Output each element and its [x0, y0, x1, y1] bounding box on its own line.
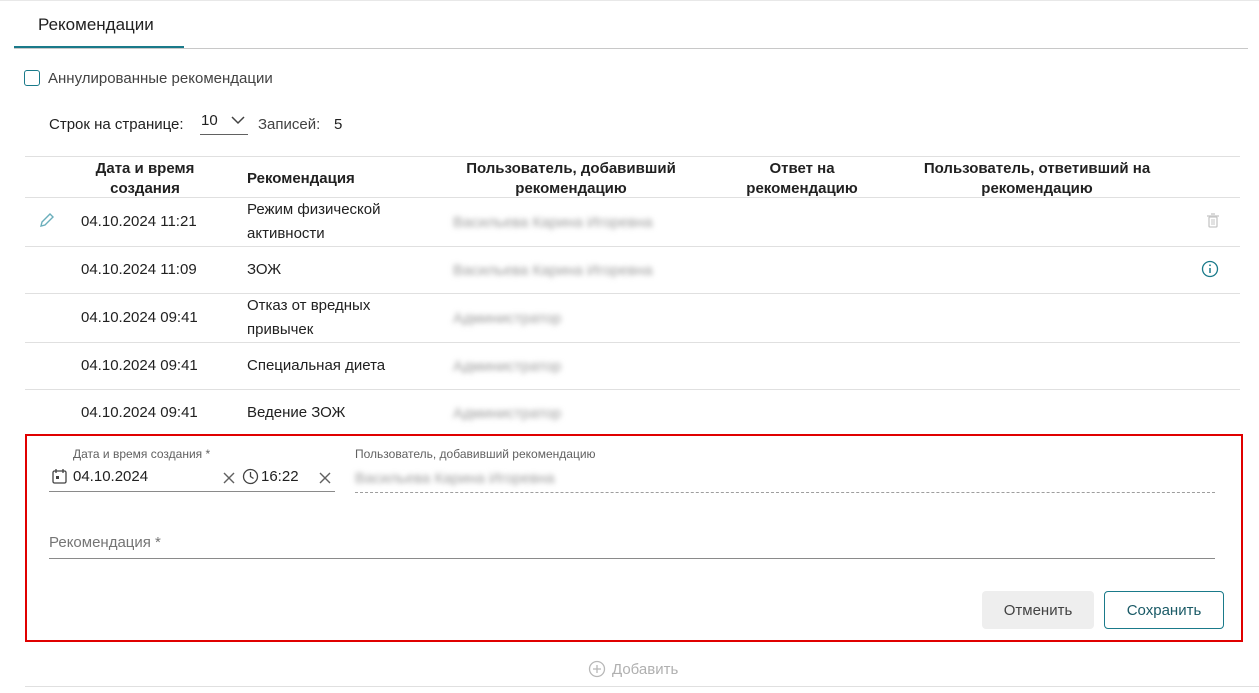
calendar-icon[interactable]: [51, 468, 68, 485]
table-row[interactable]: 04.10.2024 11:09 ЗОЖ Васильева Карина Иг…: [25, 247, 1240, 293]
table-row[interactable]: 04.10.2024 09:41 Специальная диета Админ…: [25, 343, 1240, 389]
rows-per-page-value: 10: [201, 112, 218, 129]
row-datetime: 04.10.2024 09:41: [81, 357, 198, 374]
row-recommendation: Ведение ЗОЖ: [247, 404, 346, 421]
recommendation-input[interactable]: Рекомендация *: [49, 534, 161, 551]
row-recommendation-line2: активности: [247, 225, 325, 242]
header-date[interactable]: Дата и время создания: [65, 159, 225, 199]
rows-per-page-select[interactable]: 10: [200, 110, 248, 135]
row-datetime: 04.10.2024 11:09: [81, 261, 197, 278]
table-row[interactable]: 04.10.2024 09:41 Ведение ЗОЖ Администрат…: [25, 390, 1240, 434]
header-answered-by[interactable]: Пользователь, ответивший на рекомендацию: [907, 159, 1167, 199]
header-answer-line1: Ответ на: [769, 160, 835, 177]
table-row[interactable]: 04.10.2024 09:41 Отказ от вредных привыч…: [25, 294, 1240, 342]
tab-recommendations[interactable]: Рекомендации: [38, 15, 154, 35]
row-datetime: 04.10.2024 11:21: [81, 213, 197, 230]
add-button-label: Добавить: [612, 660, 679, 678]
header-answered-by-line2: рекомендацию: [981, 180, 1093, 197]
user-field-label: Пользователь, добавивший рекомендацию: [355, 447, 596, 461]
row-recommendation: Специальная диета: [247, 357, 386, 374]
row-recommendation: ЗОЖ: [247, 261, 282, 278]
annulled-checkbox-label[interactable]: Аннулированные рекомендации: [48, 70, 273, 87]
tabs-divider: [14, 48, 1248, 49]
recommendation-input-underline: [49, 558, 1215, 559]
row-added-by: Администратор: [453, 405, 562, 422]
datetime-field-underline: [49, 491, 335, 492]
edit-pencil-icon[interactable]: [38, 211, 56, 229]
header-recommendation[interactable]: Рекомендация: [247, 169, 355, 189]
row-recommendation-line1: Отказ от вредных: [247, 297, 371, 314]
user-field-underline: [355, 492, 1215, 493]
row-added-by: Администратор: [453, 358, 562, 375]
date-field-label: Дата и время создания *: [73, 447, 211, 461]
header-date-line1: Дата и время: [95, 160, 195, 177]
records-label: Записей:: [258, 116, 321, 133]
row-datetime: 04.10.2024 09:41: [81, 309, 198, 326]
trash-icon[interactable]: [1204, 212, 1222, 230]
date-input[interactable]: 04.10.2024: [73, 468, 148, 485]
row-recommendation-line1: Режим физической: [247, 201, 381, 218]
annulled-checkbox[interactable]: [24, 70, 40, 86]
user-field-value: Васильева Карина Игоревна: [355, 470, 555, 487]
chevron-down-icon: [231, 116, 245, 125]
row-recommendation-line2: привычек: [247, 321, 314, 338]
header-date-line2: создания: [110, 180, 180, 197]
row-added-by: Васильева Карина Игоревна: [453, 262, 653, 279]
clock-icon[interactable]: [242, 468, 259, 485]
header-added-by[interactable]: Пользователь, добавивший рекомендацию: [450, 159, 692, 199]
row-recommendation: Отказ от вредных привычек: [247, 294, 370, 342]
records-count: 5: [334, 116, 343, 133]
table-row[interactable]: 04.10.2024 11:21 Режим физической активн…: [25, 198, 1240, 246]
time-input[interactable]: 16:22: [261, 468, 299, 485]
add-button[interactable]: Добавить: [588, 658, 678, 680]
bottom-divider: [25, 686, 1259, 687]
clear-date-icon[interactable]: [222, 471, 236, 485]
save-button[interactable]: Сохранить: [1104, 591, 1224, 629]
header-answered-by-line1: Пользователь, ответивший на: [923, 160, 1151, 177]
table-top-border: [25, 156, 1240, 157]
row-added-by: Администратор: [453, 310, 562, 327]
info-icon[interactable]: [1201, 260, 1219, 278]
plus-circle-icon: [588, 660, 606, 678]
top-divider: [0, 0, 1259, 1]
clear-time-icon[interactable]: [318, 471, 332, 485]
row-datetime: 04.10.2024 09:41: [81, 404, 198, 421]
header-added-by-line2: рекомендацию: [515, 180, 627, 197]
header-added-by-line1: Пользователь, добавивший: [466, 160, 676, 177]
cancel-button[interactable]: Отменить: [982, 591, 1094, 629]
row-added-by: Васильева Карина Игоревна: [453, 214, 653, 231]
rows-per-page-label: Строк на странице:: [49, 116, 184, 133]
header-answer-line2: рекомендацию: [746, 180, 858, 197]
row-recommendation: Режим физической активности: [247, 198, 381, 246]
header-answer[interactable]: Ответ на рекомендацию: [722, 159, 882, 199]
